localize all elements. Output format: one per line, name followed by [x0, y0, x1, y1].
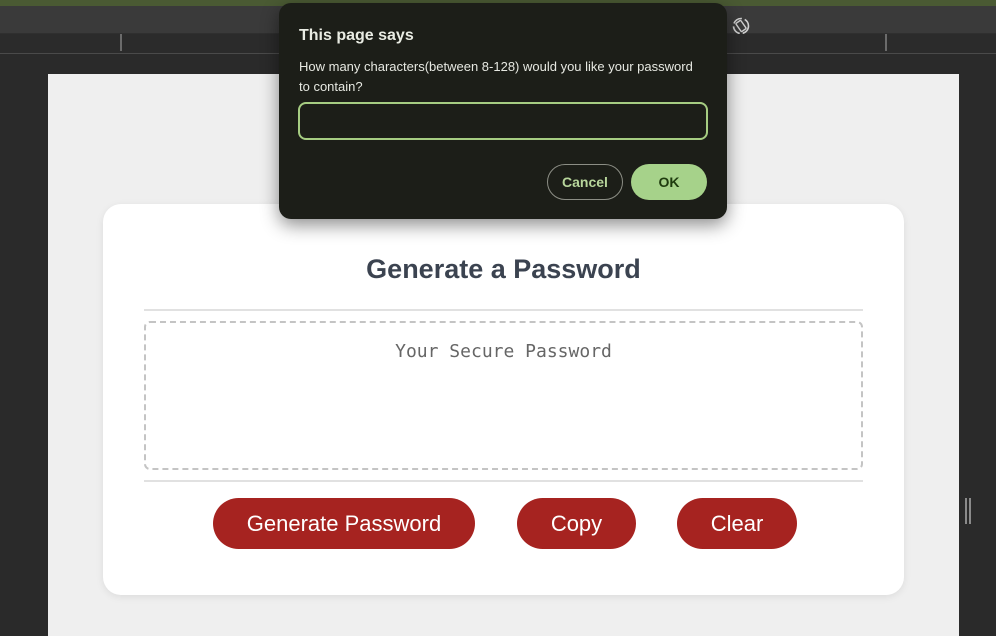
cancel-button[interactable]: Cancel: [547, 164, 623, 200]
generate-password-button[interactable]: Generate Password: [213, 498, 475, 549]
password-generator-card: Generate a Password Generate Password Co…: [103, 204, 904, 595]
card-title: Generate a Password: [366, 254, 641, 284]
copy-button[interactable]: Copy: [517, 498, 636, 549]
dialog-title: This page says: [299, 27, 414, 44]
password-output[interactable]: [144, 321, 863, 470]
divider: [144, 309, 863, 311]
ruler-tick: [885, 34, 887, 51]
divider: [144, 480, 863, 482]
dialog-message: How many characters(between 8-128) would…: [299, 59, 693, 94]
clear-button[interactable]: Clear: [677, 498, 797, 549]
drag-handle-icon[interactable]: [965, 498, 971, 524]
ruler-tick: [120, 34, 122, 51]
ok-button[interactable]: OK: [631, 164, 707, 200]
rotate-device-icon[interactable]: [731, 16, 751, 36]
dialog-input[interactable]: [298, 102, 708, 140]
prompt-dialog: This page says How many characters(betwe…: [279, 3, 727, 219]
